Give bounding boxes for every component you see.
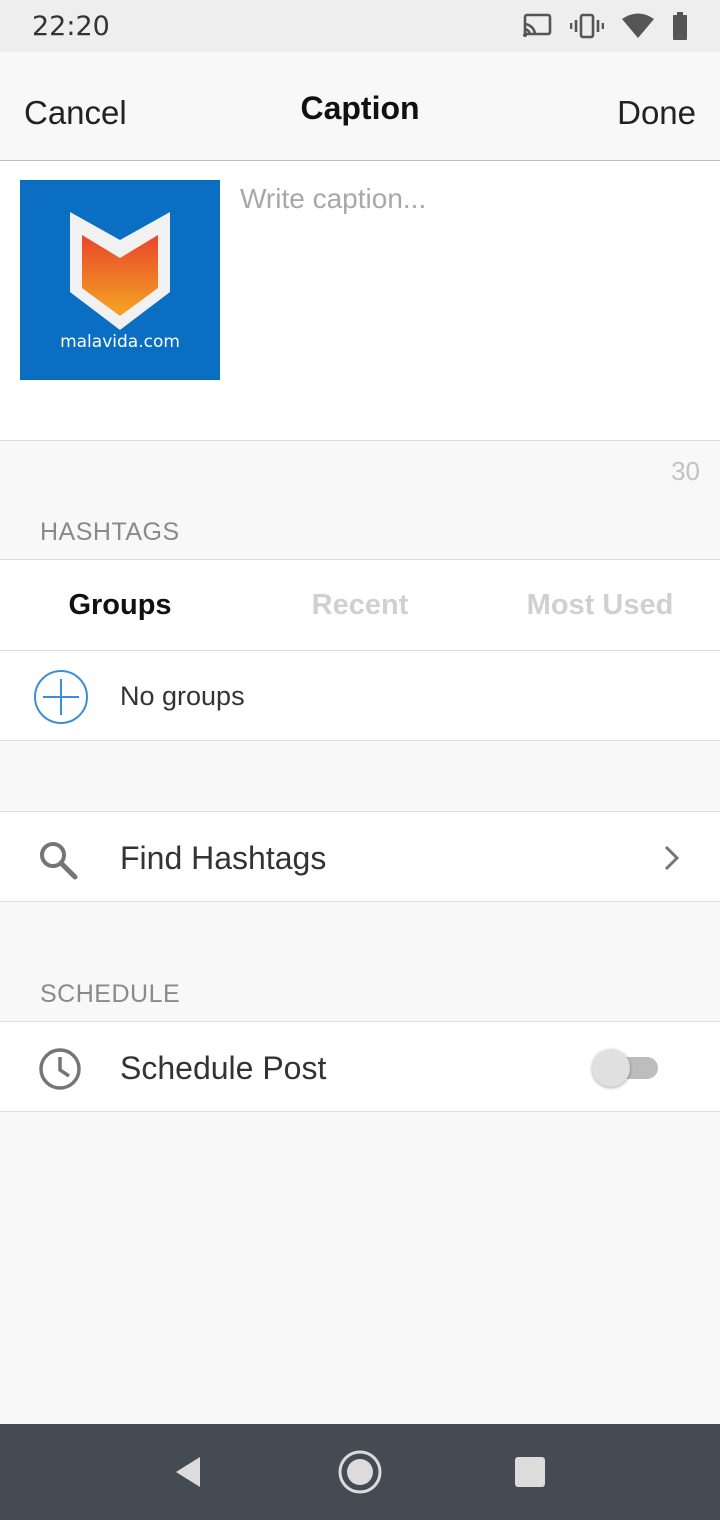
done-button[interactable]: Done	[617, 94, 696, 132]
clock-icon	[39, 1048, 81, 1090]
cancel-button[interactable]: Cancel	[24, 94, 127, 132]
schedule-toggle[interactable]	[592, 1049, 658, 1087]
no-groups-label: No groups	[120, 681, 245, 711]
search-icon	[40, 842, 78, 880]
schedule-post-label: Schedule Post	[120, 1050, 327, 1086]
schedule-section-title: SCHEDULE	[40, 980, 181, 1008]
home-icon	[338, 1450, 382, 1494]
hashtags-section-title: HASHTAGS	[40, 518, 180, 546]
status-icons	[522, 12, 688, 40]
toggle-knob	[592, 1049, 630, 1087]
post-thumbnail[interactable]: malavida.com	[20, 180, 220, 380]
caption-header: Cancel Caption Done	[0, 52, 720, 161]
recents-icon	[515, 1457, 545, 1487]
battery-icon	[673, 12, 687, 40]
back-button[interactable]	[128, 1424, 248, 1520]
system-navigation-bar	[0, 1424, 720, 1520]
status-bar: 22:20	[0, 0, 720, 52]
add-group-button[interactable]	[33, 669, 89, 725]
status-time: 22:20	[32, 10, 110, 42]
character-count: 30	[671, 456, 700, 486]
groups-list-item: No groups	[0, 650, 720, 741]
schedule-post-row: Schedule Post	[0, 1021, 720, 1112]
thumbnail-caption: malavida.com	[60, 332, 180, 352]
tab-groups[interactable]: Groups	[0, 560, 240, 650]
vibrate-icon	[570, 13, 604, 39]
caption-input[interactable]	[240, 183, 700, 383]
find-hashtags-label: Find Hashtags	[120, 840, 327, 876]
chevron-right-icon	[664, 845, 680, 871]
tab-recent[interactable]: Recent	[240, 560, 480, 650]
caption-area: malavida.com	[0, 161, 720, 441]
home-button[interactable]	[300, 1424, 420, 1520]
find-hashtags-row[interactable]: Find Hashtags	[0, 811, 720, 902]
hashtag-tabs: Groups Recent Most Used	[0, 559, 720, 651]
recents-button[interactable]	[470, 1424, 590, 1520]
wifi-icon	[622, 13, 654, 38]
back-icon	[176, 1457, 200, 1487]
tab-most-used[interactable]: Most Used	[480, 560, 720, 650]
cast-icon	[523, 13, 552, 37]
